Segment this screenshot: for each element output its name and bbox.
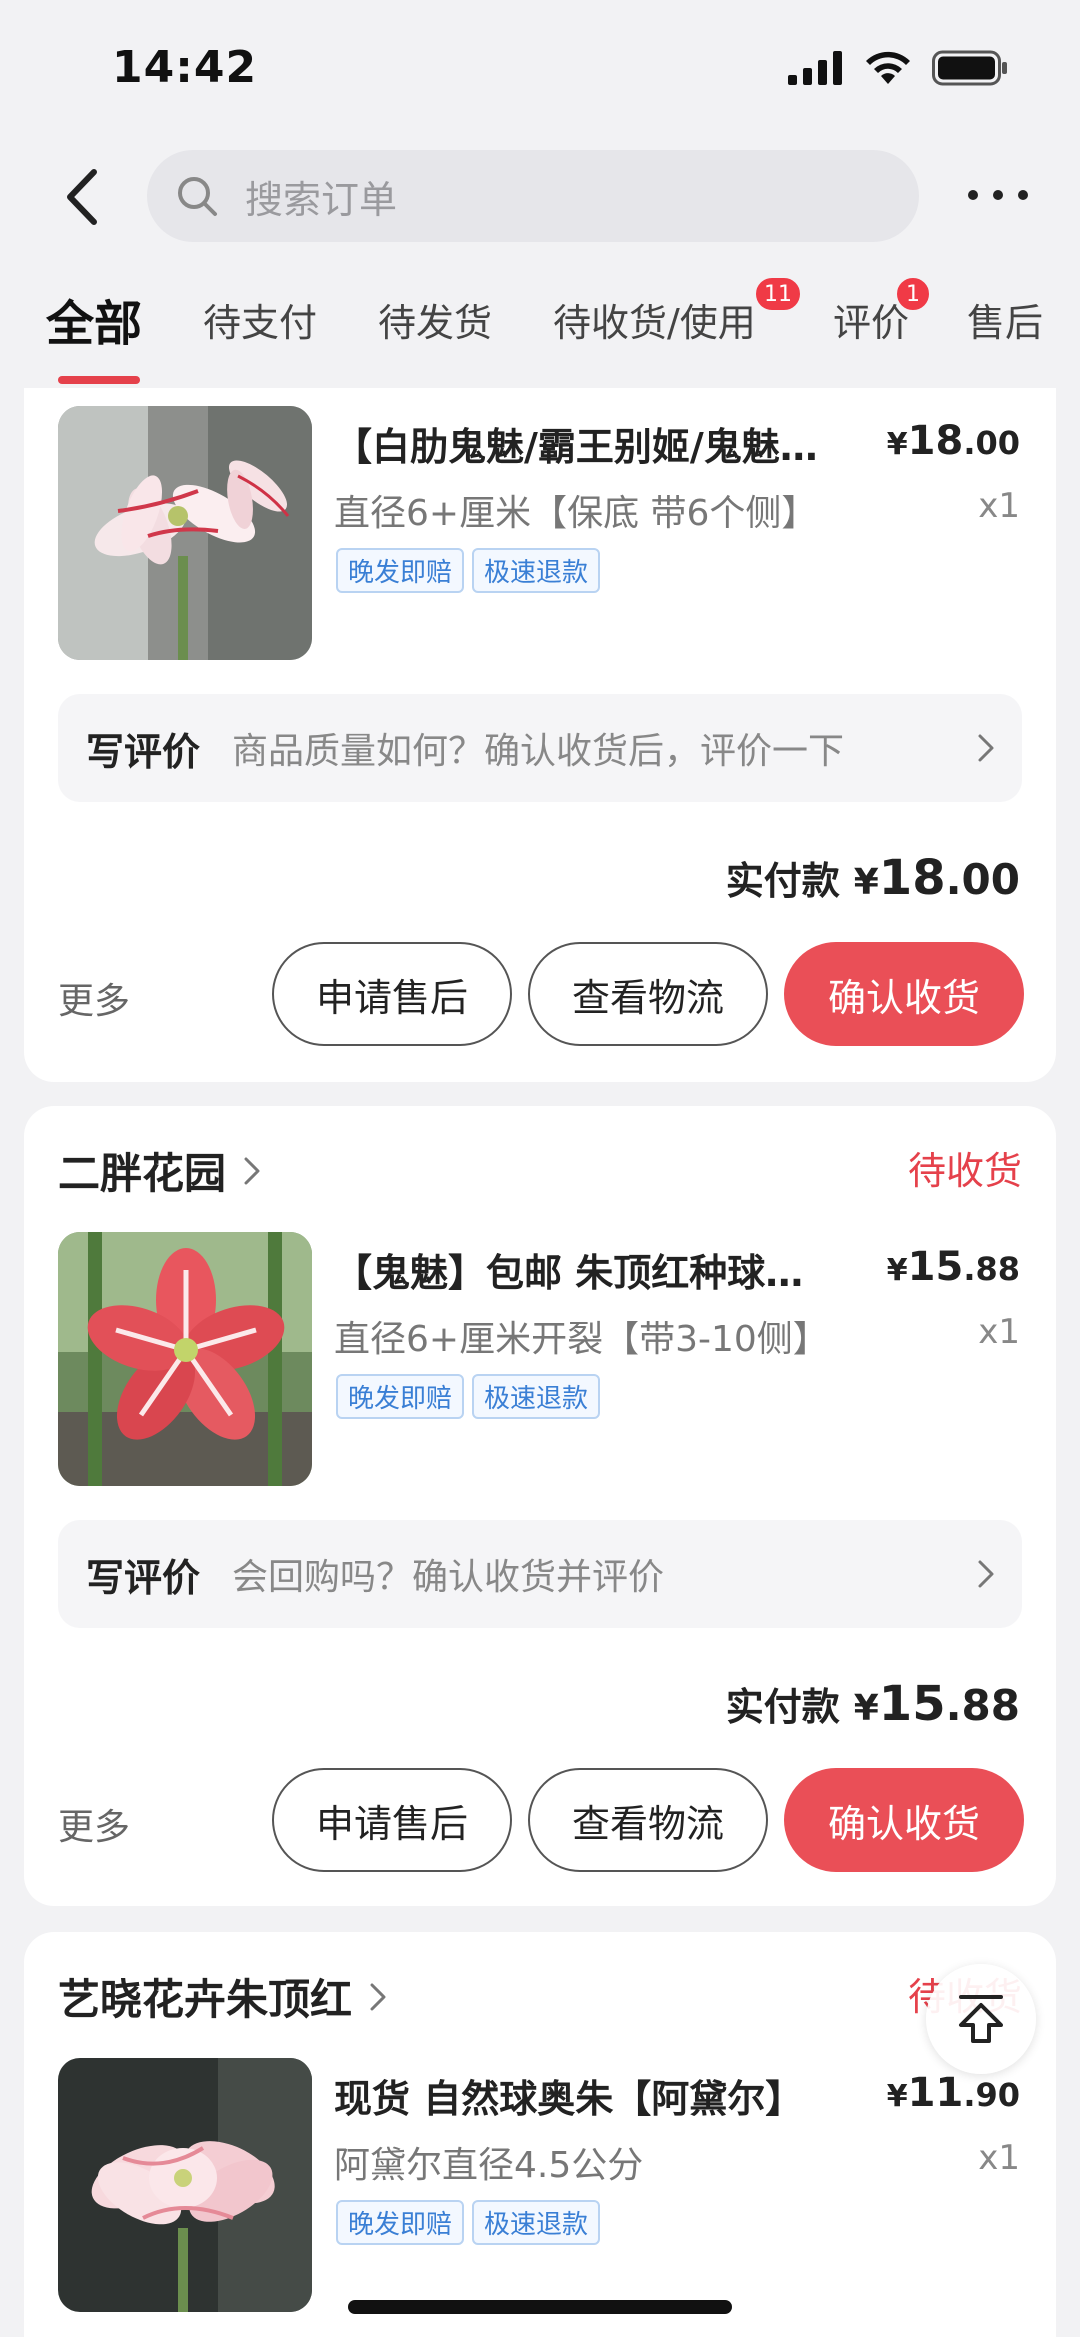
product-spec: 阿黛尔直径4.5公分 bbox=[334, 2145, 644, 2186]
chevron-right-icon bbox=[978, 734, 994, 762]
review-prompt: 商品质量如何？确认收货后，评价一下 bbox=[232, 731, 845, 772]
search-placeholder: 搜索订单 bbox=[245, 177, 398, 222]
search-input[interactable]: 搜索订单 bbox=[147, 150, 919, 242]
confirm-receipt-button[interactable]: 确认收货 bbox=[784, 942, 1024, 1046]
review-label: 写评价 bbox=[86, 729, 201, 774]
tag-late-compensation: 晚发即赔 bbox=[336, 1374, 465, 1419]
product-title[interactable]: 【鬼魅】包邮 朱顶红种球… bbox=[334, 1242, 862, 1297]
order-status: 待收货 bbox=[907, 1149, 1022, 1193]
product-image[interactable] bbox=[58, 1232, 312, 1486]
product-image[interactable] bbox=[58, 406, 312, 660]
tag-late-compensation: 晚发即赔 bbox=[336, 2200, 465, 2245]
header: 搜索订单 bbox=[0, 140, 1080, 250]
product-price: ¥11.90 bbox=[886, 2070, 1020, 2116]
battery-icon bbox=[932, 50, 1007, 86]
paid-amount: 实付款 ¥18.00 bbox=[725, 850, 1020, 906]
tab-pending-shipment[interactable]: 待发货 bbox=[378, 292, 492, 347]
product-tags: 晚发即赔 极速退款 bbox=[336, 548, 601, 593]
view-logistics-button[interactable]: 查看物流 bbox=[528, 942, 768, 1046]
product-price: ¥18.00 bbox=[886, 418, 1020, 464]
home-indicator bbox=[348, 2300, 732, 2314]
pending-receipt-badge: 11 bbox=[754, 276, 802, 312]
signal-icon bbox=[788, 51, 842, 85]
chevron-right-icon bbox=[370, 1983, 386, 2010]
review-label: 写评价 bbox=[86, 1555, 201, 1600]
order-tabs: 全部 待支付 待发货 待收货/使用 11 评价 1 售后 bbox=[0, 270, 1080, 388]
order-card: 艺晓花卉朱顶红 待收货 现货 自然球奥朱【阿黛尔】 ¥11.90 阿黛尔直径4.… bbox=[24, 1932, 1056, 2337]
review-badge: 1 bbox=[895, 276, 931, 312]
confirm-receipt-button[interactable]: 确认收货 bbox=[784, 1768, 1024, 1872]
apply-after-sale-button[interactable]: 申请售后 bbox=[272, 1768, 512, 1872]
more-actions-link[interactable]: 更多 bbox=[58, 1798, 130, 1850]
status-time: 14:42 bbox=[112, 42, 258, 93]
status-bar: 14:42 bbox=[0, 0, 1080, 140]
tag-fast-refund: 极速退款 bbox=[472, 1374, 601, 1419]
tab-all[interactable]: 全部 bbox=[46, 284, 142, 354]
more-dots-icon[interactable] bbox=[968, 180, 1028, 210]
shop-name: 二胖花园 bbox=[58, 1149, 227, 1198]
tag-fast-refund: 极速退款 bbox=[472, 548, 601, 593]
shop-name-link[interactable]: 二胖花园 bbox=[58, 1140, 262, 1201]
back-to-top-button[interactable] bbox=[926, 1964, 1036, 2074]
wifi-icon bbox=[866, 51, 910, 84]
product-image[interactable] bbox=[58, 2058, 312, 2312]
product-qty: x1 bbox=[978, 1312, 1020, 1352]
order-card: 二胖花园 待收货 【鬼魅】包邮 朱顶红种球… ¥15.88 直径6+厘米开裂【带… bbox=[24, 1106, 1056, 1906]
shop-name: 艺晓花卉朱顶红 bbox=[58, 1975, 353, 2024]
view-logistics-button[interactable]: 查看物流 bbox=[528, 1768, 768, 1872]
tag-fast-refund: 极速退款 bbox=[472, 2200, 601, 2245]
tab-after-sale[interactable]: 售后 bbox=[967, 292, 1043, 347]
order-card: 【白肋鬼魅/霸王别姬/鬼魅… ¥18.00 直径6+厘米【保底 带6个侧】 x1… bbox=[24, 388, 1056, 1082]
tab-pending-payment[interactable]: 待支付 bbox=[203, 292, 317, 347]
product-title[interactable]: 【白肋鬼魅/霸王别姬/鬼魅… bbox=[334, 416, 862, 471]
tab-pending-receipt[interactable]: 待收货/使用 bbox=[553, 292, 756, 347]
product-price: ¥15.88 bbox=[886, 1244, 1020, 1290]
product-qty: x1 bbox=[978, 486, 1020, 526]
search-icon bbox=[178, 177, 217, 216]
paid-amount: 实付款 ¥15.88 bbox=[725, 1676, 1020, 1732]
status-icons bbox=[788, 50, 1008, 86]
product-spec: 直径6+厘米开裂【带3-10侧】 bbox=[334, 1319, 829, 1360]
product-spec: 直径6+厘米【保底 带6个侧】 bbox=[334, 493, 818, 534]
active-tab-indicator bbox=[58, 376, 140, 384]
product-tags: 晚发即赔 极速退款 bbox=[336, 2200, 601, 2245]
more-actions-link[interactable]: 更多 bbox=[58, 972, 130, 1024]
shop-name-link[interactable]: 艺晓花卉朱顶红 bbox=[58, 1966, 388, 2027]
review-prompt: 会回购吗？确认收货并评价 bbox=[232, 1557, 665, 1598]
apply-after-sale-button[interactable]: 申请售后 bbox=[272, 942, 512, 1046]
write-review-bar[interactable]: 写评价 商品质量如何？确认收货后，评价一下 bbox=[58, 694, 1022, 802]
back-to-top-icon bbox=[959, 1995, 1003, 2043]
chevron-right-icon bbox=[244, 1157, 260, 1184]
write-review-bar[interactable]: 写评价 会回购吗？确认收货并评价 bbox=[58, 1520, 1022, 1628]
back-arrow-icon bbox=[67, 169, 97, 225]
product-qty: x1 bbox=[978, 2138, 1020, 2178]
product-title[interactable]: 现货 自然球奥朱【阿黛尔】 bbox=[334, 2068, 862, 2123]
chevron-right-icon bbox=[978, 1560, 994, 1588]
tag-late-compensation: 晚发即赔 bbox=[336, 548, 465, 593]
back-button[interactable] bbox=[52, 162, 112, 232]
product-tags: 晚发即赔 极速退款 bbox=[336, 1374, 601, 1419]
